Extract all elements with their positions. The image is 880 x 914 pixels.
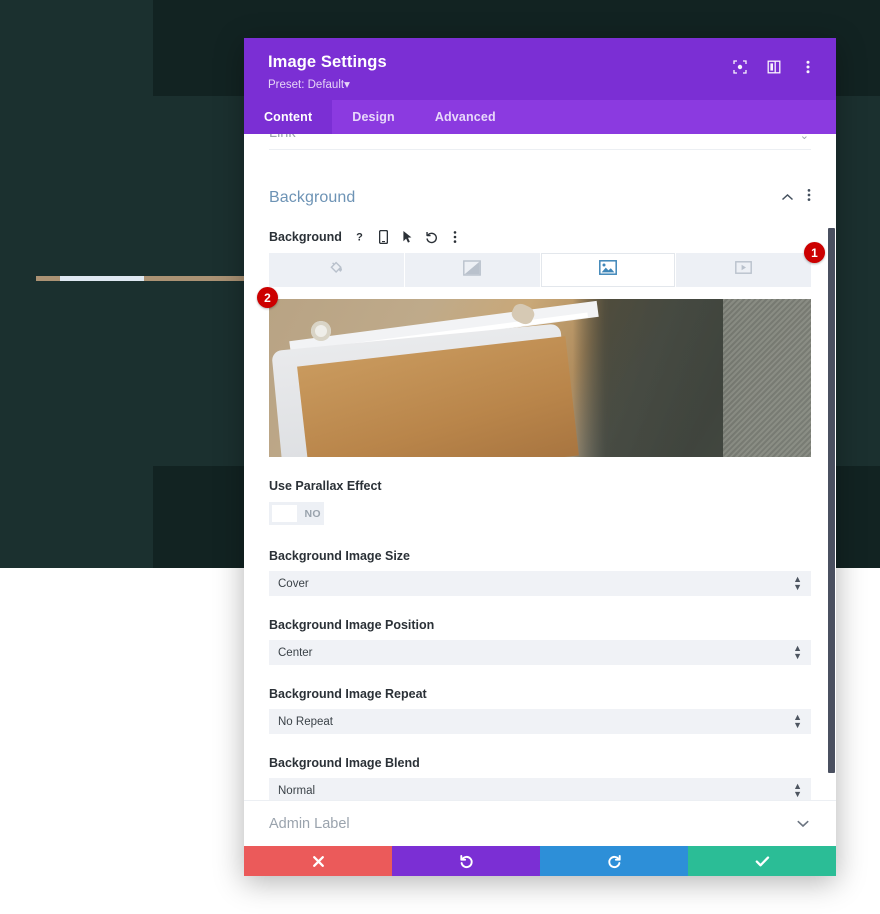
tab-design[interactable]: Design: [332, 100, 415, 134]
background-image-repeat-value: No Repeat: [278, 715, 333, 728]
image-settings-modal: Image Settings Preset: Default▾ Content …: [244, 38, 836, 876]
responsive-mobile-icon[interactable]: [377, 229, 390, 244]
gradient-icon: [463, 259, 482, 281]
background-image-position-select[interactable]: Center ▲ ▼: [269, 640, 811, 665]
svg-text:?: ?: [356, 231, 363, 243]
preview-wall-fixture: [311, 321, 331, 341]
chevron-up-icon[interactable]: [781, 189, 794, 207]
kebab-menu-icon[interactable]: [807, 188, 811, 207]
modal-scrollbar-thumb[interactable]: [828, 228, 835, 773]
select-arrows-icon: ▲ ▼: [793, 642, 802, 661]
modal-header-titles: Image Settings Preset: Default▾: [268, 52, 387, 91]
modal-header: Image Settings Preset: Default▾: [244, 38, 836, 100]
link-field-label: Link: [269, 134, 296, 141]
use-parallax-effect-toggle[interactable]: NO: [269, 502, 324, 525]
background-image-repeat-select[interactable]: No Repeat ▲ ▼: [269, 709, 811, 734]
background-image-tab[interactable]: [540, 253, 676, 287]
link-field-row[interactable]: Link ⌄: [269, 134, 811, 150]
modal-preset-selector[interactable]: Preset: Default▾: [268, 77, 387, 91]
close-x-icon: [312, 855, 325, 868]
use-parallax-effect-label: Use Parallax Effect: [269, 479, 382, 493]
background-image-preview[interactable]: [269, 299, 811, 457]
undo-button[interactable]: [392, 846, 540, 876]
background-image-size-select[interactable]: Cover ▲ ▼: [269, 571, 811, 596]
chevron-down-icon[interactable]: [796, 817, 810, 831]
background-image-repeat-label: Background Image Repeat: [269, 687, 427, 701]
save-button[interactable]: [688, 846, 836, 876]
callout-badge-1: 1: [804, 242, 825, 263]
select-arrows-icon: ▲ ▼: [793, 780, 802, 799]
background-image-position-value: Center: [278, 646, 313, 659]
tab-content[interactable]: Content: [244, 100, 333, 134]
page-background-left: [0, 0, 153, 568]
modal-title: Image Settings: [268, 53, 387, 71]
undo-arrow-icon: [459, 854, 474, 869]
background-image-blend-label: Background Image Blend: [269, 756, 420, 770]
admin-label-title: Admin Label: [269, 815, 350, 832]
select-arrows-icon: ▲ ▼: [793, 573, 802, 592]
video-icon: [735, 261, 753, 279]
redo-button[interactable]: [540, 846, 688, 876]
tab-advanced[interactable]: Advanced: [415, 100, 516, 134]
image-icon: [598, 260, 617, 280]
background-image-position-label: Background Image Position: [269, 618, 435, 632]
admin-label-section[interactable]: Admin Label: [244, 800, 836, 846]
preview-shadow: [573, 299, 723, 457]
background-image-size-label: Background Image Size: [269, 549, 411, 563]
modal-scrollbar-track[interactable]: [827, 134, 836, 846]
preset-caret-icon: ▾: [344, 78, 350, 91]
paint-bucket-icon: [328, 259, 345, 281]
background-field-row: Background ?: [269, 229, 811, 244]
reset-undo-icon[interactable]: [425, 229, 438, 244]
select-arrows-icon: ▲ ▼: [793, 711, 802, 730]
background-image-size-value: Cover: [278, 577, 309, 590]
page-decorative-stripe-highlight: [60, 276, 144, 281]
modal-preset-label: Preset: Default: [268, 78, 345, 91]
background-image-blend-value: Normal: [278, 784, 316, 797]
redo-arrow-icon: [607, 854, 622, 869]
help-icon[interactable]: ?: [353, 229, 366, 244]
background-video-tab[interactable]: [676, 253, 811, 287]
hover-cursor-icon[interactable]: [401, 229, 414, 244]
modal-header-icons: [731, 52, 816, 75]
callout-badge-2: 2: [257, 287, 278, 308]
background-gradient-tab[interactable]: [404, 253, 540, 287]
background-type-tabs: 1: [269, 242, 825, 287]
background-field-label: Background: [269, 229, 342, 244]
background-image-preview-wrap: 2: [257, 287, 811, 457]
cancel-button[interactable]: [244, 846, 392, 876]
background-color-tab[interactable]: [269, 253, 404, 287]
layout-split-icon[interactable]: [765, 58, 782, 75]
use-parallax-effect-value: NO: [304, 507, 321, 520]
kebab-menu-icon[interactable]: [799, 58, 816, 75]
modal-action-bar: [244, 846, 836, 876]
preview-wall-texture: [723, 299, 811, 457]
screen: Image Settings Preset: Default▾ Content …: [0, 0, 880, 914]
kebab-menu-icon[interactable]: [449, 229, 462, 244]
focus-target-icon[interactable]: [731, 58, 748, 75]
settings-scroll-area: Link ⌄ Background: [244, 134, 836, 846]
toggle-knob: [272, 505, 298, 522]
background-section-title: Background: [269, 188, 356, 206]
background-section-actions: [781, 188, 811, 207]
background-section-header[interactable]: Background: [269, 150, 811, 213]
modal-body: Link ⌄ Background: [244, 134, 836, 846]
check-icon: [755, 855, 770, 868]
modal-tab-bar: Content Design Advanced: [244, 100, 836, 134]
chevron-down-icon: ⌄: [799, 134, 809, 142]
